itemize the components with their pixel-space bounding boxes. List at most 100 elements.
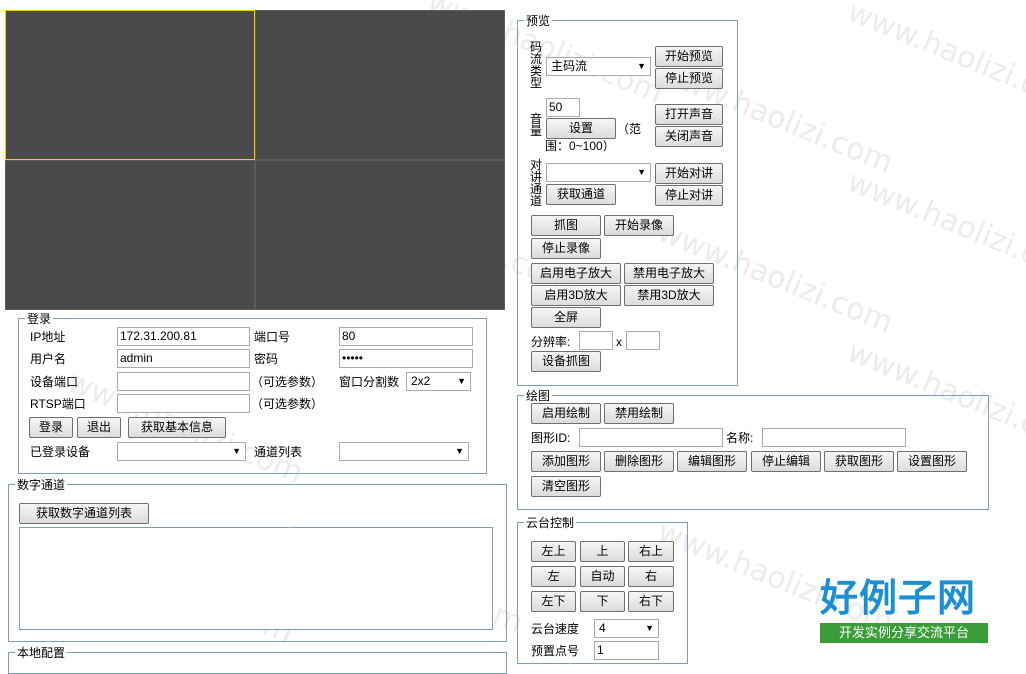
delete-shape-button[interactable]: 删除图形 bbox=[604, 451, 674, 472]
start-record-button[interactable]: 开始录像 bbox=[604, 215, 674, 236]
ip-label: IP地址 bbox=[30, 330, 66, 344]
site-logo: 好例子网 开发实例分享交流平台 bbox=[818, 577, 990, 645]
volume-range-hint-1: （范 bbox=[617, 122, 642, 136]
shape-id-input[interactable] bbox=[579, 428, 723, 447]
stream-type-value: 主码流 bbox=[551, 59, 588, 73]
video-pane-3[interactable] bbox=[5, 160, 255, 310]
login-legend: 登录 bbox=[27, 312, 52, 326]
ptz-down-right-button[interactable]: 右下 bbox=[628, 591, 674, 612]
password-label: 密码 bbox=[254, 352, 279, 366]
channel-list-label: 通道列表 bbox=[254, 445, 303, 459]
resolution-width-input[interactable] bbox=[579, 331, 613, 350]
device-port-label: 设备端口 bbox=[30, 375, 79, 389]
preview-legend: 预览 bbox=[526, 14, 551, 28]
preset-input[interactable]: 1 bbox=[594, 641, 659, 660]
split-label: 窗口分割数 bbox=[339, 375, 400, 389]
chevron-down-icon: ▼ bbox=[645, 623, 654, 633]
shape-id-label: 图形ID: bbox=[531, 431, 571, 445]
drawing-legend: 绘图 bbox=[526, 389, 551, 403]
set-shape-button[interactable]: 设置图形 bbox=[897, 451, 967, 472]
set-volume-button[interactable]: 设置 bbox=[546, 118, 616, 139]
enable-draw-button[interactable]: 启用绘制 bbox=[531, 403, 601, 424]
chevron-down-icon: ▼ bbox=[455, 446, 464, 456]
fullscreen-button[interactable]: 全屏 bbox=[531, 307, 601, 328]
logged-devices-label: 已登录设备 bbox=[30, 445, 91, 459]
ptz-up-left-button[interactable]: 左上 bbox=[531, 541, 576, 562]
enable-3d-zoom-button[interactable]: 启用3D放大 bbox=[531, 285, 621, 306]
edit-shape-button[interactable]: 编辑图形 bbox=[677, 451, 747, 472]
ptz-left-button[interactable]: 左 bbox=[531, 566, 576, 587]
digital-channel-list[interactable] bbox=[19, 527, 493, 630]
chevron-down-icon: ▼ bbox=[457, 376, 466, 386]
channel-list-select[interactable]: ▼ bbox=[339, 442, 469, 461]
port-input[interactable]: 80 bbox=[339, 327, 473, 346]
volume-input[interactable]: 50 bbox=[546, 98, 580, 117]
disable-ezoom-button[interactable]: 禁用电子放大 bbox=[624, 263, 714, 284]
get-digital-channels-button[interactable]: 获取数字通道列表 bbox=[19, 503, 149, 524]
logo-subtitle: 开发实例分享交流平台 bbox=[820, 623, 988, 643]
password-input[interactable]: ••••• bbox=[339, 349, 473, 368]
ptz-up-button[interactable]: 上 bbox=[580, 541, 625, 562]
stream-type-select[interactable]: 主码流 ▼ bbox=[546, 57, 651, 76]
device-capture-button[interactable]: 设备抓图 bbox=[531, 351, 601, 372]
enable-ezoom-button[interactable]: 启用电子放大 bbox=[531, 263, 621, 284]
ptz-down-left-button[interactable]: 左下 bbox=[531, 591, 576, 612]
clear-shape-button[interactable]: 清空图形 bbox=[531, 476, 601, 497]
ptz-speed-value: 4 bbox=[599, 621, 606, 635]
stop-record-button[interactable]: 停止录像 bbox=[531, 238, 601, 259]
username-input[interactable]: admin bbox=[117, 349, 250, 368]
ptz-up-right-button[interactable]: 右上 bbox=[628, 541, 674, 562]
shape-name-input[interactable] bbox=[762, 428, 906, 447]
add-shape-button[interactable]: 添加图形 bbox=[531, 451, 601, 472]
stop-preview-button[interactable]: 停止预览 bbox=[655, 68, 723, 89]
ip-input[interactable]: 172.31.200.81 bbox=[117, 327, 250, 346]
preset-label: 预置点号 bbox=[531, 644, 580, 658]
video-pane-2[interactable] bbox=[255, 10, 505, 160]
login-button[interactable]: 登录 bbox=[29, 417, 73, 438]
video-pane-4[interactable] bbox=[255, 160, 505, 310]
volume-label: 音量 bbox=[530, 112, 543, 138]
logout-button[interactable]: 退出 bbox=[77, 417, 121, 438]
disable-draw-button[interactable]: 禁用绘制 bbox=[604, 403, 674, 424]
stop-edit-button[interactable]: 停止编辑 bbox=[751, 451, 821, 472]
rtsp-input[interactable] bbox=[117, 394, 250, 413]
talk-channel-label: 对讲通道 bbox=[530, 158, 543, 208]
get-channel-button[interactable]: 获取通道 bbox=[546, 184, 616, 205]
optional-hint-1: （可选参数） bbox=[251, 375, 324, 389]
port-label: 端口号 bbox=[254, 330, 291, 344]
local-config-fieldset: 本地配置 bbox=[8, 644, 507, 674]
open-sound-button[interactable]: 打开声音 bbox=[655, 104, 723, 125]
ptz-down-button[interactable]: 下 bbox=[580, 591, 625, 612]
watermark: www.haolizi.com bbox=[842, 0, 1026, 121]
resolution-height-input[interactable] bbox=[626, 331, 660, 350]
chevron-down-icon: ▼ bbox=[637, 167, 646, 177]
split-select-value: 2x2 bbox=[411, 374, 431, 388]
logged-devices-select[interactable]: ▼ bbox=[117, 442, 246, 461]
get-basic-info-button[interactable]: 获取基本信息 bbox=[128, 417, 226, 438]
resolution-label: 分辨率: bbox=[531, 335, 571, 349]
ptz-speed-label: 云台速度 bbox=[531, 622, 580, 636]
logo-title: 好例子网 bbox=[820, 576, 977, 620]
ptz-auto-button[interactable]: 自动 bbox=[580, 566, 625, 587]
rtsp-label: RTSP端口 bbox=[30, 397, 86, 411]
ptz-speed-select[interactable]: 4 ▼ bbox=[594, 619, 659, 638]
ptz-legend: 云台控制 bbox=[526, 516, 575, 530]
local-config-legend: 本地配置 bbox=[17, 646, 66, 660]
start-preview-button[interactable]: 开始预览 bbox=[655, 46, 723, 67]
digital-channel-legend: 数字通道 bbox=[17, 478, 66, 492]
stop-talk-button[interactable]: 停止对讲 bbox=[655, 185, 723, 206]
close-sound-button[interactable]: 关闭声音 bbox=[655, 126, 723, 147]
capture-button[interactable]: 抓图 bbox=[531, 215, 601, 236]
device-port-input[interactable] bbox=[117, 372, 250, 391]
disable-3d-zoom-button[interactable]: 禁用3D放大 bbox=[624, 285, 714, 306]
ptz-right-button[interactable]: 右 bbox=[628, 566, 674, 587]
volume-range-hint-2: 围：0~100） bbox=[545, 139, 615, 153]
start-talk-button[interactable]: 开始对讲 bbox=[655, 163, 723, 184]
username-label: 用户名 bbox=[30, 352, 67, 366]
talk-channel-select[interactable]: ▼ bbox=[546, 163, 651, 182]
split-select[interactable]: 2x2 ▼ bbox=[406, 372, 471, 391]
stream-type-label: 码流类型 bbox=[530, 40, 543, 90]
video-pane-1[interactable] bbox=[5, 10, 255, 160]
get-shape-button[interactable]: 获取图形 bbox=[824, 451, 894, 472]
shape-name-label: 名称: bbox=[726, 431, 754, 445]
